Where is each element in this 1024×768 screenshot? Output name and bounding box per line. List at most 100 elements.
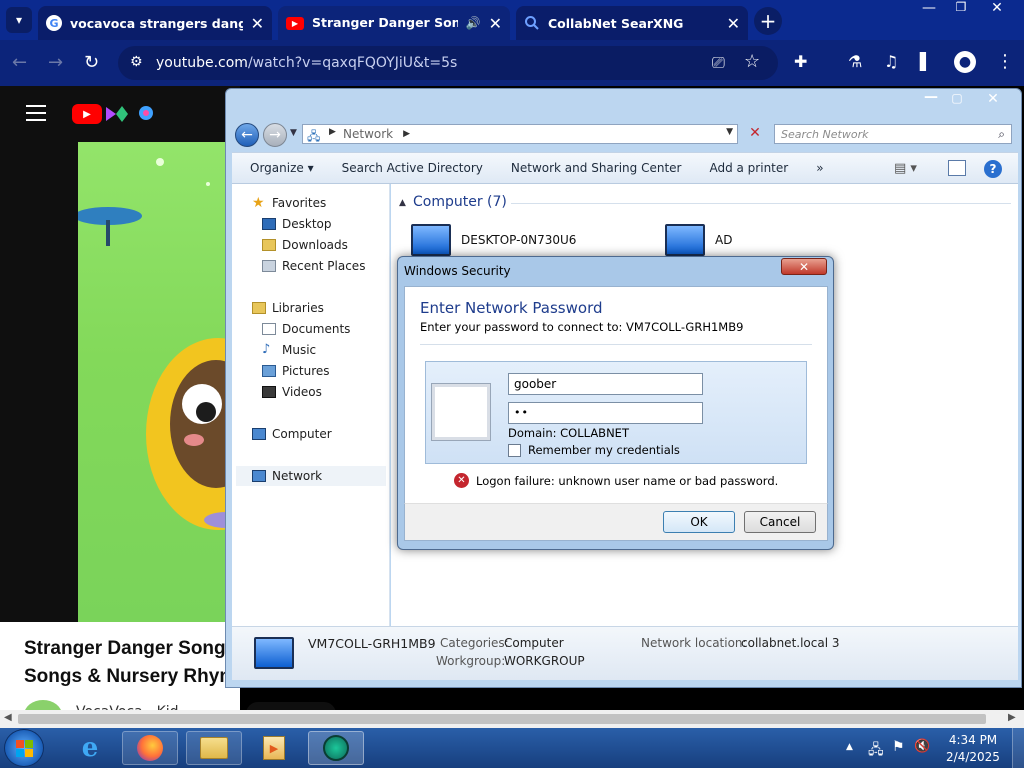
- explorer-forward-button[interactable]: →: [263, 123, 287, 147]
- hamburger-menu-icon[interactable]: [26, 104, 46, 121]
- volume-muted-icon[interactable]: 🔇: [914, 739, 930, 754]
- search-icon[interactable]: ⌕: [998, 127, 1005, 142]
- tab-stranger-danger[interactable]: ▶ Stranger Danger Song 🎵🎵 🔊 ✕: [278, 6, 510, 40]
- explorer-address-bar[interactable]: 🖧 ▶ Network ▶ ▼: [302, 124, 738, 144]
- desktop-icon: [262, 218, 276, 230]
- music-icon: ♪: [262, 342, 271, 357]
- explorer-search-input[interactable]: Search Network ⌕: [774, 124, 1012, 144]
- minimize-window-button[interactable]: —: [918, 0, 940, 18]
- remember-credentials-checkbox[interactable]: [508, 444, 521, 457]
- close-window-button[interactable]: ✕: [985, 0, 1009, 18]
- restore-window-button[interactable]: ❐: [950, 0, 972, 18]
- refresh-icon[interactable]: ✕: [745, 125, 765, 143]
- forward-icon[interactable]: →: [48, 52, 70, 74]
- more-commands-button[interactable]: »: [802, 161, 837, 175]
- profile-avatar[interactable]: ●: [954, 51, 976, 73]
- menu-kebab-icon[interactable]: ⋮: [996, 51, 1014, 72]
- show-hidden-icons[interactable]: ▲: [846, 742, 853, 752]
- address-dropdown-icon[interactable]: ▼: [726, 127, 733, 137]
- search-icon: [524, 15, 540, 31]
- ok-button[interactable]: OK: [663, 511, 735, 533]
- network-sharing-center-button[interactable]: Network and Sharing Center: [497, 161, 696, 175]
- organize-button[interactable]: Organize ▾: [232, 161, 328, 175]
- recent-pages-dropdown-icon[interactable]: ▼: [290, 128, 297, 138]
- close-tab-icon[interactable]: ✕: [727, 14, 740, 33]
- action-center-flag-icon[interactable]: ⚑: [892, 739, 905, 755]
- group-collapse-icon[interactable]: ▲: [399, 198, 406, 208]
- remote-desktop-icon: [323, 735, 349, 761]
- dialog-separator: [420, 344, 812, 345]
- username-input[interactable]: goober: [508, 373, 703, 395]
- computer-item[interactable]: DESKTOP-0N730U6: [411, 224, 576, 256]
- tab-search-button[interactable]: ▾: [6, 7, 32, 33]
- computer-item[interactable]: AD: [665, 224, 732, 256]
- audio-playing-icon[interactable]: 🔊: [466, 16, 481, 30]
- horizontal-scrollbar[interactable]: ◀ ▶: [0, 710, 1024, 728]
- site-settings-icon[interactable]: ⚙: [130, 54, 143, 70]
- explorer-back-button[interactable]: ←: [235, 123, 259, 147]
- youtube-logo[interactable]: ▶: [72, 104, 102, 124]
- nav-videos[interactable]: Videos: [262, 385, 322, 399]
- add-printer-button[interactable]: Add a printer: [695, 161, 802, 175]
- change-view-icon[interactable]: ▤ ▾: [894, 161, 917, 176]
- explorer-close-button[interactable]: ✕: [976, 91, 1010, 107]
- close-tab-icon[interactable]: ✕: [489, 14, 502, 33]
- clock-date[interactable]: 2/4/2025: [945, 750, 1001, 764]
- nav-downloads[interactable]: Downloads: [262, 238, 348, 252]
- scroll-right-icon[interactable]: ▶: [1008, 712, 1016, 723]
- dialog-close-button[interactable]: ✕: [781, 258, 827, 275]
- nav-network[interactable]: Network: [236, 466, 386, 486]
- media-controls-icon[interactable]: ♫: [884, 52, 898, 71]
- details-workgroup-value: WORKGROUP: [504, 654, 585, 668]
- dialog-subtitle: Enter your password to connect to: VM7CO…: [420, 320, 744, 334]
- start-button[interactable]: [4, 729, 44, 767]
- close-tab-icon[interactable]: ✕: [251, 14, 264, 33]
- address-bar[interactable]: ⚙ youtube.com/watch?v=qaxqFQOYJiU&t=5s: [118, 46, 778, 80]
- labs-icon[interactable]: ⚗: [848, 52, 862, 71]
- nav-label: Libraries: [272, 301, 324, 315]
- tab-collabnet-searxng[interactable]: CollabNet SearXNG ✕: [516, 6, 748, 40]
- group-header[interactable]: Computer (7): [413, 194, 507, 210]
- nav-recent-places[interactable]: Recent Places: [262, 259, 365, 273]
- show-desktop-button[interactable]: [1012, 728, 1024, 768]
- clock-time[interactable]: 4:34 PM: [945, 733, 1001, 747]
- nav-music[interactable]: ♪ Music: [262, 343, 316, 357]
- network-tray-icon[interactable]: 🖧: [868, 739, 884, 763]
- back-icon[interactable]: ←: [12, 52, 34, 74]
- taskbar-remote-app[interactable]: [308, 731, 364, 765]
- side-panel-icon[interactable]: ▌: [920, 52, 932, 71]
- nav-pictures[interactable]: Pictures: [262, 364, 330, 378]
- nav-documents[interactable]: Documents: [262, 322, 350, 336]
- taskbar-media-player[interactable]: ▶: [246, 731, 302, 765]
- recent-places-icon: [262, 260, 276, 272]
- tab-vocavoca[interactable]: G vocavoca strangers dangers - G ✕: [38, 6, 272, 40]
- chevron-down-icon: ▾: [15, 13, 23, 27]
- password-input[interactable]: ••: [508, 402, 703, 424]
- scrollbar-thumb[interactable]: [18, 714, 986, 724]
- explorer-minimize-button[interactable]: —: [918, 90, 944, 107]
- nav-desktop[interactable]: Desktop: [262, 217, 332, 231]
- reload-icon[interactable]: ↻: [84, 52, 106, 74]
- nav-computer[interactable]: Computer: [252, 427, 332, 441]
- help-icon[interactable]: ?: [984, 160, 1002, 178]
- details-workgroup-label: Workgroup:: [436, 654, 506, 668]
- nav-favorites[interactable]: ★ Favorites: [252, 196, 326, 210]
- cancel-button[interactable]: Cancel: [744, 511, 816, 533]
- nav-libraries[interactable]: Libraries: [252, 301, 324, 315]
- folder-icon: [200, 737, 228, 759]
- new-tab-button[interactable]: +: [754, 7, 782, 35]
- computer-icon: [665, 224, 705, 256]
- extensions-icon[interactable]: ✚: [794, 52, 807, 71]
- bookmark-star-icon[interactable]: ☆: [744, 51, 760, 72]
- preview-pane-icon[interactable]: [948, 160, 966, 176]
- taskbar-firefox[interactable]: [122, 731, 178, 765]
- internet-explorer-icon: e: [81, 733, 99, 763]
- cast-icon[interactable]: ⎚: [712, 53, 725, 73]
- remember-credentials-label[interactable]: Remember my credentials: [528, 443, 680, 457]
- taskbar-file-explorer[interactable]: [186, 731, 242, 765]
- scroll-left-icon[interactable]: ◀: [4, 712, 12, 723]
- search-active-directory-button[interactable]: Search Active Directory: [328, 161, 497, 175]
- video-player[interactable]: [74, 142, 290, 622]
- taskbar-internet-explorer[interactable]: e: [62, 731, 118, 765]
- explorer-maximize-button[interactable]: ▢: [944, 91, 970, 107]
